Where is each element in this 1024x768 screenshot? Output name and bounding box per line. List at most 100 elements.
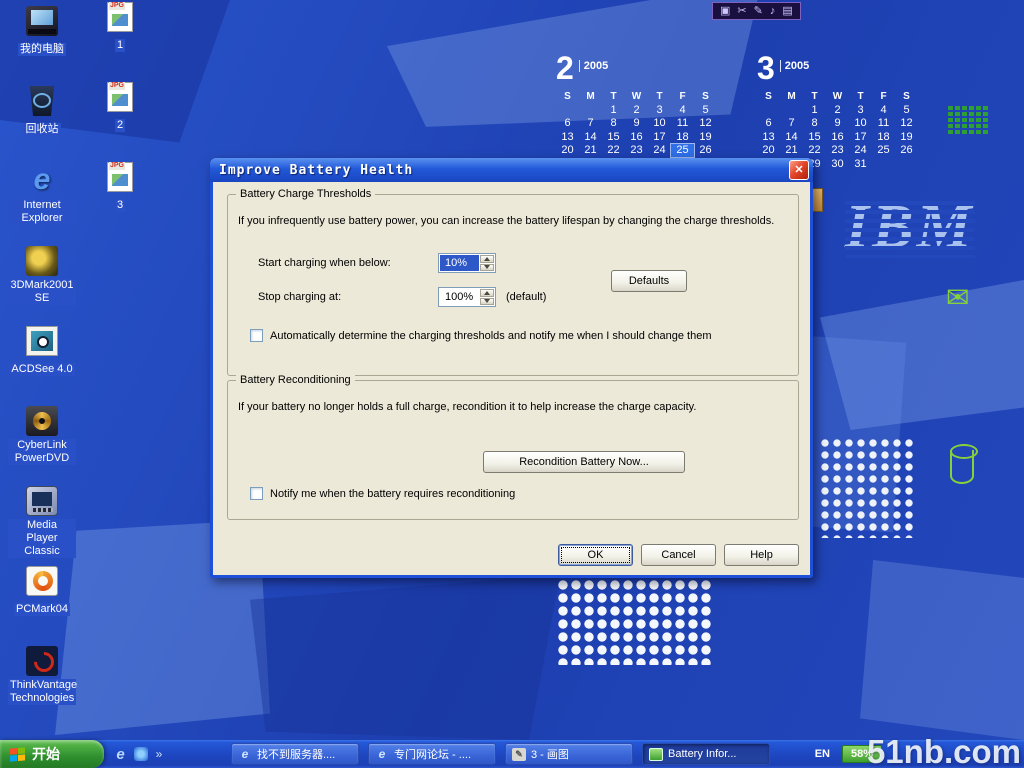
battery-charge-thresholds-group: Battery Charge Thresholds If you infrequ… — [227, 194, 799, 376]
taskbar-task[interactable]: e 专门网论坛 - .... — [368, 743, 496, 765]
mpc-icon — [26, 486, 58, 516]
windows-flag-icon — [10, 747, 25, 761]
spin-up-icon[interactable] — [480, 255, 494, 263]
desktop: IBM ✉ ▣✂✎♪▤ 22005SMTWTFS1234567891011121… — [0, 0, 1024, 768]
acdsee-icon — [26, 326, 58, 356]
start-button[interactable]: 开始 — [0, 740, 104, 768]
battery-reconditioning-group: Battery Reconditioning If your battery n… — [227, 380, 799, 520]
taskbar-task[interactable]: ✎ 3 - 画图 — [505, 743, 633, 765]
language-indicator[interactable]: EN — [815, 748, 830, 760]
start-label: 开始 — [32, 744, 60, 764]
threedmark-icon — [26, 246, 58, 276]
reconditioning-description: If your battery no longer holds a full c… — [238, 401, 786, 413]
icon-label: Internet Explorer — [8, 199, 76, 225]
keyboard-icon[interactable]: ▤ — [782, 3, 792, 19]
icon-label: 2 — [115, 119, 125, 132]
quicklaunch-media-player-icon[interactable] — [134, 747, 148, 761]
jpg-badge: JPG — [109, 82, 125, 90]
group-title: Battery Reconditioning — [236, 374, 355, 387]
start-threshold-value[interactable]: 10% — [440, 255, 479, 271]
cancel-button[interactable]: Cancel — [641, 544, 716, 566]
ie-icon: e — [26, 166, 58, 196]
desktop-icon-pcmark[interactable]: PCMark04 — [8, 566, 76, 617]
pcmark-icon — [26, 566, 58, 596]
jpg-icon: JPG — [107, 82, 133, 112]
recycle-bin-icon — [26, 86, 58, 116]
dialog-body: Battery Charge Thresholds If you infrequ… — [213, 182, 810, 575]
icon-label: CyberLink PowerDVD — [8, 439, 76, 465]
spin-down-icon[interactable] — [480, 264, 494, 272]
improve-battery-health-dialog: Improve Battery Health ✕ Battery Charge … — [210, 158, 813, 578]
jpg-badge: JPG — [109, 162, 125, 170]
checkbox-label: Notify me when the battery requires reco… — [270, 488, 515, 500]
auto-determine-checkbox[interactable]: Automatically determine the charging thr… — [250, 329, 711, 342]
thresholds-description: If you infrequently use battery power, y… — [238, 215, 786, 227]
checkbox-label: Automatically determine the charging thr… — [270, 330, 711, 342]
icon-label: ThinkVantage Technologies — [8, 679, 76, 705]
start-threshold-spinner[interactable]: 10% — [438, 253, 496, 273]
floating-toolbar[interactable]: ▣ ✂ ✎ ♪ ▤ — [712, 2, 801, 20]
taskbar-tasks: e 找不到服务器.... e 专门网论坛 - .... ✎ 3 - 画图 Battery I… — [231, 743, 779, 765]
desktop-icon-my-computer[interactable]: 我的电脑 — [8, 6, 76, 57]
ok-button[interactable]: OK — [558, 544, 633, 566]
dialog-title: Improve Battery Health — [219, 163, 789, 178]
monitor-icon[interactable]: ▣ — [720, 3, 730, 19]
spinner-arrows[interactable] — [480, 289, 494, 305]
jpg-icon: JPG — [107, 2, 133, 32]
icon-label: 3 — [115, 199, 125, 212]
close-icon: ✕ — [794, 165, 803, 176]
spin-down-icon[interactable] — [480, 298, 494, 306]
ie-icon: e — [375, 748, 389, 761]
icon-label: 3DMark2001 SE — [8, 279, 76, 305]
checkbox-box[interactable] — [250, 487, 263, 500]
taskbar-task[interactable]: Battery Infor... — [642, 743, 770, 765]
spin-up-icon[interactable] — [480, 289, 494, 297]
desktop-icon-recycle-bin[interactable]: 回收站 — [8, 86, 76, 137]
battery-icon — [649, 748, 663, 761]
icon-label: 回收站 — [24, 123, 61, 136]
icon-label: Media Player Classic — [8, 519, 76, 558]
desktop-icon-acdsee[interactable]: ACDSee 4.0 — [8, 326, 76, 377]
paint-icon: ✎ — [512, 748, 526, 761]
ie-icon: e — [238, 748, 252, 761]
icon-label: PCMark04 — [14, 603, 70, 616]
taskbar-task[interactable]: e 找不到服务器.... — [231, 743, 359, 765]
default-note: (default) — [506, 291, 546, 303]
checkbox-box[interactable] — [250, 329, 263, 342]
dialog-titlebar[interactable]: Improve Battery Health ✕ — [210, 158, 813, 182]
notify-reconditioning-checkbox[interactable]: Notify me when the battery requires reco… — [250, 487, 515, 500]
desktop-icon-ie[interactable]: e Internet Explorer — [8, 166, 76, 226]
task-label: 3 - 画图 — [531, 746, 569, 762]
stop-threshold-spinner[interactable]: 100% — [438, 287, 496, 307]
task-label: Battery Infor... — [668, 748, 736, 760]
group-title: Battery Charge Thresholds — [236, 188, 375, 201]
jpg-badge: JPG — [109, 2, 125, 10]
quicklaunch-ie-icon[interactable]: e — [112, 746, 129, 763]
desktop-icon-threedmark[interactable]: 3DMark2001 SE — [8, 246, 76, 306]
icon-label: 1 — [115, 39, 125, 52]
task-label: 找不到服务器.... — [257, 746, 335, 762]
stop-threshold-value[interactable]: 100% — [440, 289, 479, 305]
help-button[interactable]: Help — [724, 544, 799, 566]
quick-launch: e» — [104, 746, 173, 763]
icon-label: 我的电脑 — [18, 43, 66, 56]
task-label: 专门网论坛 - .... — [394, 746, 471, 762]
start-charging-label: Start charging when below: — [258, 257, 391, 269]
recondition-battery-button[interactable]: Recondition Battery Now... — [483, 451, 685, 473]
dialog-button-row: OK Cancel Help — [558, 544, 799, 566]
defaults-button[interactable]: Defaults — [611, 270, 687, 292]
desktop-icon-thinkvantage[interactable]: ThinkVantage Technologies — [8, 646, 76, 706]
desktop-icon-mpc[interactable]: Media Player Classic — [8, 486, 76, 559]
desktop-icon-powerdvd[interactable]: CyberLink PowerDVD — [8, 406, 76, 466]
stop-charging-label: Stop charging at: — [258, 291, 341, 303]
quicklaunch-overflow-chevron-icon[interactable]: » — [153, 746, 165, 763]
spinner-arrows[interactable] — [480, 255, 494, 271]
desktop-icon-jpg[interactable]: JPG 2 — [86, 82, 154, 133]
desktop-icon-jpg[interactable]: JPG 1 — [86, 2, 154, 53]
icon-label: ACDSee 4.0 — [9, 363, 74, 376]
scissors-icon[interactable]: ✂ — [737, 3, 746, 19]
speaker-icon[interactable]: ♪ — [770, 3, 776, 19]
close-button[interactable]: ✕ — [789, 160, 809, 180]
desktop-icon-jpg[interactable]: JPG 3 — [86, 162, 154, 213]
pen-icon[interactable]: ✎ — [754, 3, 763, 19]
